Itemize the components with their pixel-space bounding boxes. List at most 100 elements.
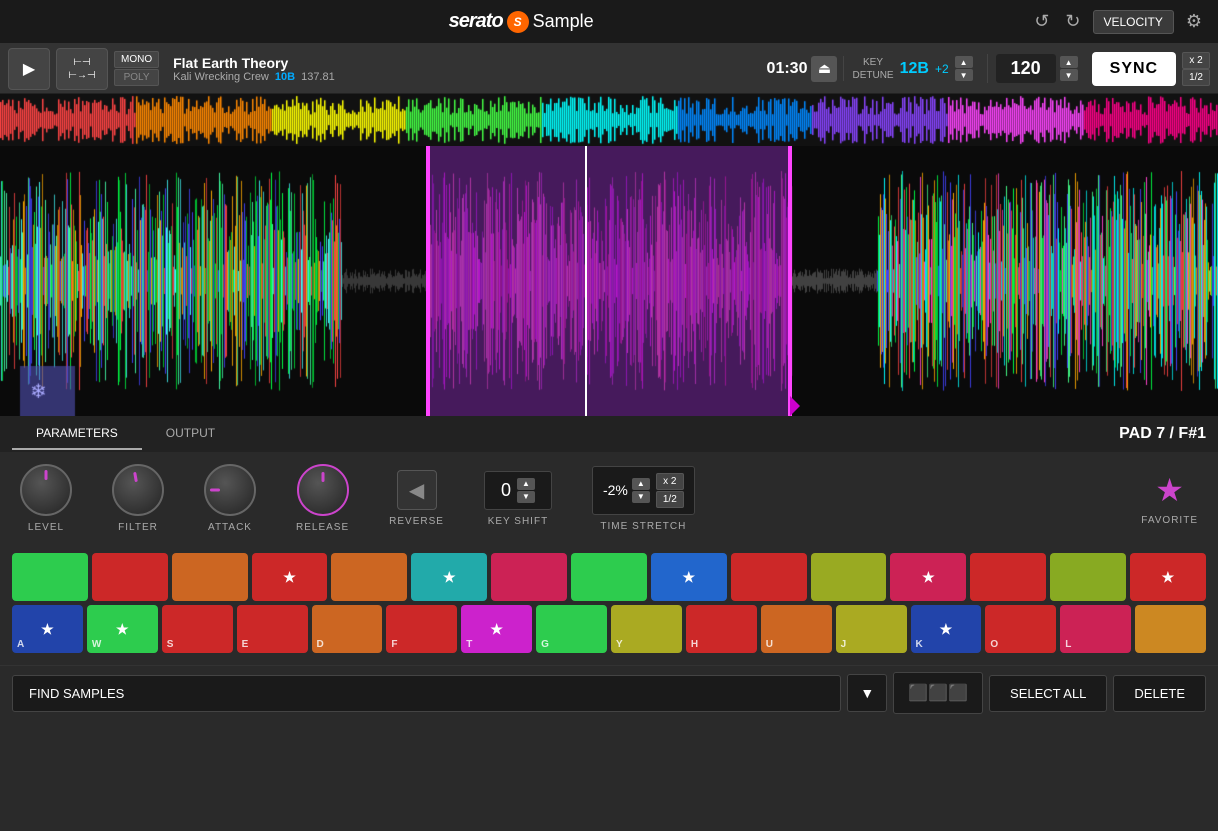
pad-row2-9[interactable]: H (686, 605, 757, 653)
pad-row1-7[interactable] (571, 553, 647, 601)
duration-section: 01:30 ⏏ (767, 56, 838, 82)
track-key-badge: 10B (275, 71, 295, 83)
pad-row1-14[interactable]: ★ (1130, 553, 1206, 601)
bpm-spin-buttons: ▲ ▼ (1060, 56, 1078, 81)
timestretch-group: -2% ▲ ▼ x 2 1/2 TIME STRETCH (592, 466, 695, 532)
attack-knob-group: ATTACK (204, 464, 256, 533)
pad-row1-3[interactable]: ★ (252, 553, 328, 601)
pad-favorite-star: ★ (1162, 569, 1175, 586)
timestretch-down[interactable]: ▼ (632, 491, 650, 503)
keyshift-value: 0 (501, 480, 511, 501)
mono-button[interactable]: MONO (114, 51, 159, 68)
tab-output[interactable]: OUTPUT (142, 418, 239, 450)
pad-row1-0[interactable] (12, 553, 88, 601)
pad-row2-3[interactable]: E (237, 605, 308, 653)
pad-row2-10[interactable]: U (761, 605, 832, 653)
pad-row1-2[interactable] (172, 553, 248, 601)
pad-key-label: K (916, 639, 923, 650)
half-button[interactable]: 1/2 (1182, 69, 1210, 86)
pad-row2-1[interactable]: W★ (87, 605, 158, 653)
pad-favorite-star: ★ (922, 569, 935, 586)
pad-row2-4[interactable]: D (312, 605, 383, 653)
pad-row2-7[interactable]: G (536, 605, 607, 653)
undo-button[interactable]: ↺ (1030, 7, 1053, 36)
main-waveform[interactable] (0, 146, 1218, 416)
find-samples-button[interactable]: FIND SAMPLES (12, 675, 841, 712)
key-up-button[interactable]: ▲ (955, 56, 973, 68)
pad-row1-5[interactable]: ★ (411, 553, 487, 601)
bars-view-button[interactable]: ⬛⬛⬛ (893, 672, 983, 714)
x2-button[interactable]: x 2 (1182, 52, 1209, 69)
waveform-overview[interactable] (0, 94, 1218, 146)
find-samples-dropdown[interactable]: ▼ (847, 674, 887, 712)
bpm-down-button[interactable]: ▼ (1060, 69, 1078, 81)
pad-row2-13[interactable]: O (985, 605, 1056, 653)
settings-button[interactable]: ⚙ (1182, 7, 1206, 36)
pad-row2-14[interactable]: L (1060, 605, 1131, 653)
attack-knob-indicator (210, 489, 220, 492)
reverse-button[interactable]: ◀ (397, 470, 437, 510)
release-knob[interactable] (297, 464, 349, 516)
timestretch-spin: ▲ ▼ (632, 478, 650, 503)
release-knob-indicator (321, 472, 324, 482)
keyshift-down[interactable]: ▼ (517, 491, 535, 503)
velocity-button[interactable]: VELOCITY (1093, 10, 1174, 34)
key-down-button[interactable]: ▼ (955, 69, 973, 81)
favorite-star[interactable]: ★ (1155, 471, 1184, 509)
pad-row1-4[interactable] (331, 553, 407, 601)
poly-button[interactable]: POLY (114, 69, 159, 86)
sync-button[interactable]: SYNC (1092, 52, 1176, 86)
loop-handle-left[interactable] (426, 146, 430, 416)
play-button[interactable]: ▶ (8, 48, 50, 90)
keyshift-group: 0 ▲ ▼ KEY SHIFT (484, 471, 552, 527)
keyshift-up[interactable]: ▲ (517, 478, 535, 490)
pad-row2-15[interactable] (1135, 605, 1206, 653)
pad-row1-8[interactable]: ★ (651, 553, 727, 601)
bottom-bar: FIND SAMPLES ▼ ⬛⬛⬛ SELECT ALL DELETE (0, 665, 1218, 720)
reverse-label: REVERSE (389, 516, 444, 527)
bpm-display: 120 (996, 54, 1056, 83)
release-knob-group: RELEASE (296, 464, 349, 533)
pad-row1-13[interactable] (1050, 553, 1126, 601)
timestretch-half-button[interactable]: 1/2 (656, 491, 684, 508)
filter-knob-indicator (133, 472, 138, 482)
pad-key-label: G (541, 639, 549, 650)
timestretch-x2-button[interactable]: x 2 (656, 473, 684, 490)
pad-row1-10[interactable] (811, 553, 887, 601)
pad-row2-11[interactable]: J (836, 605, 907, 653)
favorite-label: FAVORITE (1141, 515, 1198, 526)
loop-arrow-icon (790, 396, 800, 416)
pad-row2-0[interactable]: A★ (12, 605, 83, 653)
mono-poly-group: MONO POLY (114, 51, 159, 86)
delete-button[interactable]: DELETE (1113, 675, 1206, 712)
pad-row2-8[interactable]: Y (611, 605, 682, 653)
pad-row2-2[interactable]: S (162, 605, 233, 653)
level-knob-indicator (45, 470, 48, 480)
pad-row1-9[interactable] (731, 553, 807, 601)
pad-favorite-star: ★ (443, 569, 456, 586)
loop-button[interactable]: ⊢⊣ ⊢→⊣ (56, 48, 108, 90)
pad-row2-12[interactable]: K★ (911, 605, 982, 653)
pad-row1-6[interactable] (491, 553, 567, 601)
pad-key-label: E (242, 639, 249, 650)
redo-button[interactable]: ↻ (1061, 7, 1084, 36)
pad-row1-12[interactable] (970, 553, 1046, 601)
bpm-section: 120 ▲ ▼ (987, 54, 1086, 83)
timestretch-up[interactable]: ▲ (632, 478, 650, 490)
filter-knob[interactable] (112, 464, 164, 516)
filter-label: FILTER (118, 522, 158, 533)
pad-row2-5[interactable]: F (386, 605, 457, 653)
tab-parameters[interactable]: PARAMETERS (12, 418, 142, 450)
pad-key-label: Y (616, 639, 623, 650)
bpm-up-button[interactable]: ▲ (1060, 56, 1078, 68)
release-label: RELEASE (296, 522, 349, 533)
loop-handle-right[interactable] (788, 146, 792, 416)
level-knob[interactable] (20, 464, 72, 516)
attack-knob[interactable] (204, 464, 256, 516)
eject-button[interactable]: ⏏ (811, 56, 837, 82)
select-all-button[interactable]: SELECT ALL (989, 675, 1107, 712)
keyshift-spin: ▲ ▼ (517, 478, 535, 503)
pad-row2-6[interactable]: T★ (461, 605, 532, 653)
pad-row1-1[interactable] (92, 553, 168, 601)
pad-row1-11[interactable]: ★ (890, 553, 966, 601)
